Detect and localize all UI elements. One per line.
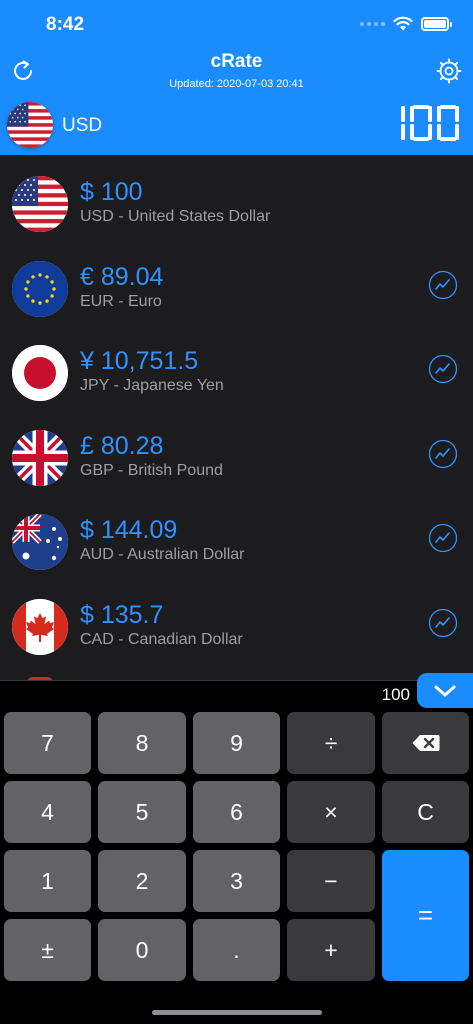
trend-chart-icon[interactable] [428, 439, 458, 469]
sign-toggle-key[interactable]: ± [4, 919, 91, 981]
minus-key[interactable]: − [287, 850, 375, 912]
digit-segment [413, 105, 429, 109]
currency-name: CAD - Canadian Dollar [80, 631, 243, 648]
us-flag-icon [12, 176, 68, 232]
ca-flag-icon [12, 599, 68, 655]
currency-name: JPY - Japanese Yen [80, 377, 224, 394]
decimal-key[interactable]: . [193, 919, 280, 981]
eu-flag-icon [12, 261, 68, 317]
trend-chart-icon[interactable] [428, 523, 458, 553]
jp-flag-icon [12, 345, 68, 401]
plus-key[interactable]: + [287, 919, 375, 981]
gear-icon[interactable] [435, 57, 463, 85]
currency-row-cad[interactable]: $ 135.7 CAD - Canadian Dollar [0, 581, 473, 666]
gb-flag-icon [12, 430, 68, 486]
key-0[interactable]: 0 [98, 919, 186, 981]
us-flag-icon[interactable] [7, 102, 53, 148]
collapse-keypad-button[interactable] [417, 673, 473, 708]
base-currency-code[interactable]: USD [62, 115, 102, 137]
digit-segment [440, 137, 456, 141]
key-4[interactable]: 4 [4, 781, 91, 843]
currency-list: $ 100 USD - United States Dollar € 89.04… [0, 155, 473, 680]
trend-chart-icon[interactable] [428, 270, 458, 300]
wifi-icon [393, 16, 413, 31]
trend-chart-icon[interactable] [428, 608, 458, 638]
seven-segment-digits [401, 105, 459, 141]
multiply-key[interactable]: × [287, 781, 375, 843]
backspace-key[interactable] [382, 712, 469, 774]
currency-name: GBP - British Pound [80, 462, 223, 479]
digit-segment [455, 106, 459, 122]
currency-amount: € 89.04 [80, 263, 164, 291]
digit-segment [401, 106, 405, 122]
digit-segment [410, 124, 414, 140]
app-title: cRate [210, 51, 263, 72]
key-6[interactable]: 6 [193, 781, 280, 843]
calculator-display: 100 [381, 685, 410, 704]
currency-amount: £ 80.28 [80, 432, 164, 460]
currency-row-gbp[interactable]: £ 80.28 GBP - British Pound [0, 412, 473, 497]
currency-row-aud[interactable]: $ 144.09 AUD - Australian Dollar [0, 496, 473, 581]
key-2[interactable]: 2 [98, 850, 186, 912]
currency-amount: $ 135.7 [80, 601, 164, 629]
equals-key[interactable]: = [382, 850, 469, 981]
currency-row-jpy[interactable]: ¥ 10,751.5 JPY - Japanese Yen [0, 327, 473, 412]
digit-segment [437, 106, 441, 122]
au-flag-icon [12, 514, 68, 570]
last-updated-text: Updated: 2020-07-03 20:41 [169, 78, 304, 90]
app-header: 8:42 cRate Updated: 2020-07-03 20:41 USD [0, 0, 473, 155]
battery-icon [421, 16, 452, 31]
digit-segment [413, 137, 429, 141]
digit-segment [428, 106, 432, 122]
currency-name: AUD - Australian Dollar [80, 546, 245, 563]
digit-segment [428, 124, 432, 140]
currency-name: EUR - Euro [80, 293, 162, 310]
key-8[interactable]: 8 [98, 712, 186, 774]
digit-segment [437, 124, 441, 140]
currency-amount: $ 144.09 [80, 516, 178, 544]
cellular-signal-icon [360, 21, 385, 26]
key-3[interactable]: 3 [193, 850, 280, 912]
trend-chart-icon[interactable] [428, 354, 458, 384]
status-time: 8:42 [46, 14, 85, 35]
digit-segment [440, 105, 456, 109]
currency-amount: ¥ 10,751.5 [80, 347, 199, 375]
key-9[interactable]: 9 [193, 712, 280, 774]
chevron-down-icon [434, 685, 456, 696]
backspace-icon [412, 735, 439, 751]
key-1[interactable]: 1 [4, 850, 91, 912]
key-7[interactable]: 7 [4, 712, 91, 774]
currency-name: USD - United States Dollar [80, 208, 271, 225]
base-amount-display[interactable] [379, 103, 459, 143]
home-indicator[interactable] [152, 1010, 322, 1015]
digit-segment [410, 106, 414, 122]
digit-segment [455, 124, 459, 140]
key-5[interactable]: 5 [98, 781, 186, 843]
divide-key[interactable]: ÷ [287, 712, 375, 774]
clear-key[interactable]: C [382, 781, 469, 843]
digit-segment [401, 124, 405, 140]
currency-row-usd[interactable]: $ 100 USD - United States Dollar [0, 158, 473, 243]
currency-row-eur[interactable]: € 89.04 EUR - Euro [0, 243, 473, 328]
currency-amount: $ 100 [80, 178, 143, 206]
status-icons [360, 16, 452, 31]
